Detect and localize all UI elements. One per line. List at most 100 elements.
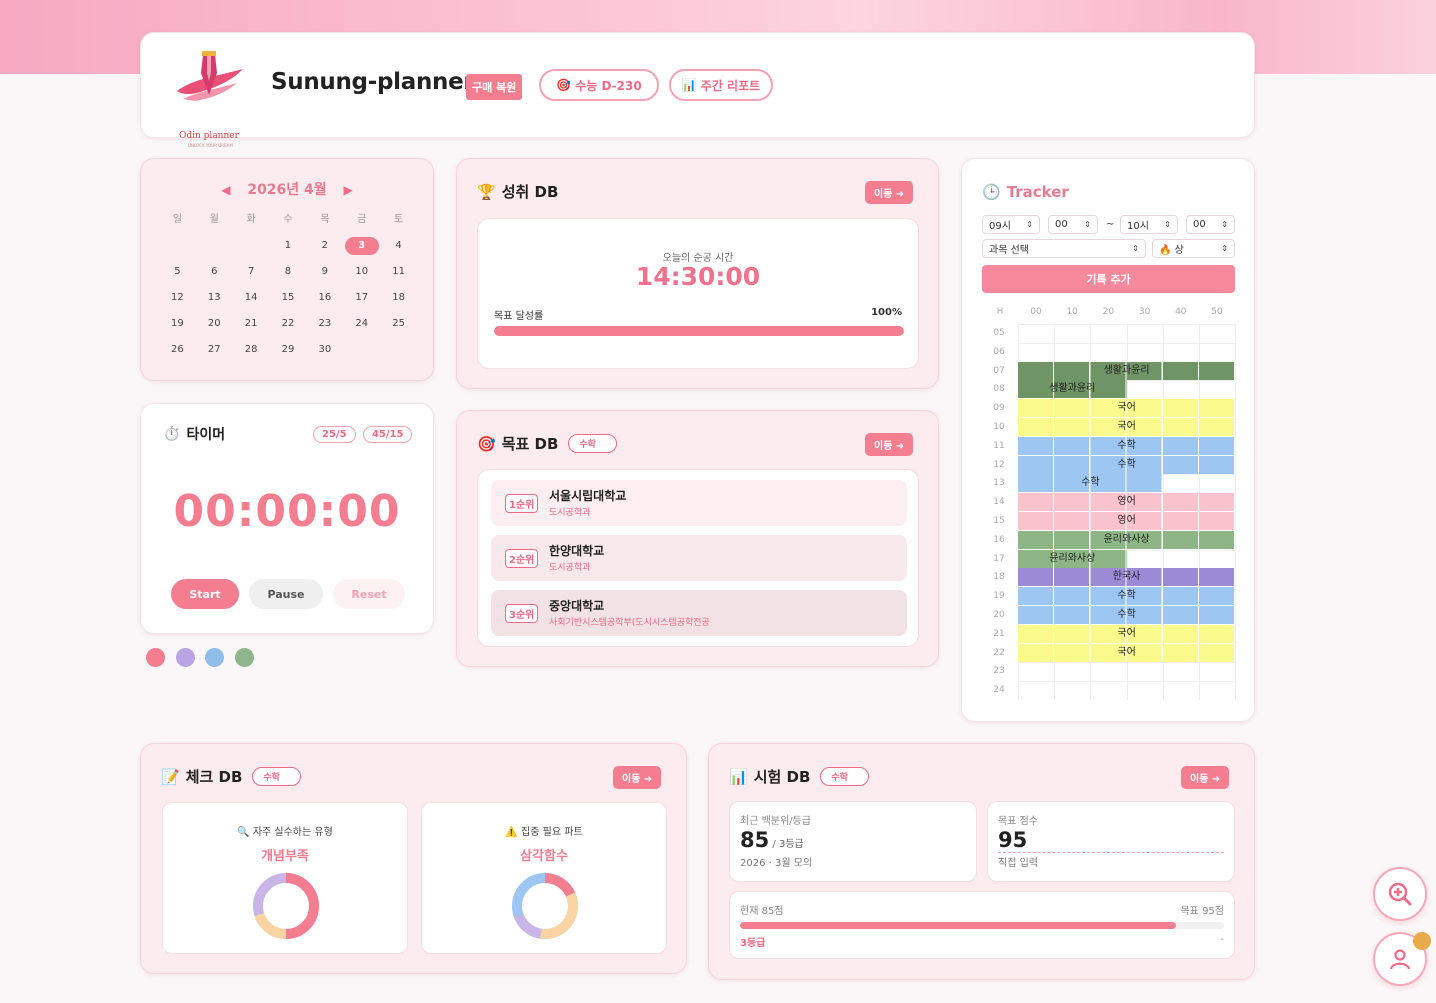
goal-item[interactable]: 3순위 중앙대학교 사회기반시스템공학부(도시시스템공학전공 xyxy=(491,590,907,636)
goal-move-button[interactable]: 이동 ➜ xyxy=(865,433,914,456)
theme-dot-purple[interactable] xyxy=(176,648,195,667)
pomodoro-45-15-button[interactable]: 45/15 xyxy=(363,426,413,443)
timetable-block[interactable]: 한국사 xyxy=(1018,568,1236,587)
focus-donut-chart xyxy=(512,873,578,939)
timetable-block[interactable]: 영어 xyxy=(1018,493,1236,512)
check-move-button[interactable]: 이동 ➜ xyxy=(613,766,662,789)
timetable-block[interactable]: 수학 xyxy=(1018,587,1236,606)
calendar-day[interactable]: 6 xyxy=(196,263,233,281)
calendar-day[interactable]: 3 xyxy=(344,237,379,255)
calendar-day[interactable]: 16 xyxy=(306,289,343,307)
timetable-block[interactable]: 생활과윤리 xyxy=(1018,380,1127,399)
start-minute-select[interactable]: 00 ⇕ xyxy=(1048,215,1098,234)
goal-subject-pill[interactable]: 수학 xyxy=(568,434,617,453)
subject-select[interactable]: 과목 선택 ⇕ xyxy=(982,239,1146,258)
dday-button[interactable]: 🎯 수능 D-230 xyxy=(539,69,659,101)
start-hour-select[interactable]: 09시 ⇕ xyxy=(982,215,1040,234)
goal-item[interactable]: 2순위 한양대학교 도시공학과 xyxy=(491,535,907,581)
calendar-day[interactable]: 4 xyxy=(380,237,417,255)
calendar-empty xyxy=(196,237,233,255)
grade-text: 3등급 xyxy=(740,938,766,949)
recent-grade: / 3등급 xyxy=(769,839,804,850)
timetable-block[interactable]: 국어 xyxy=(1018,399,1236,418)
calendar-day[interactable]: 27 xyxy=(196,341,233,359)
calendar-day[interactable]: 5 xyxy=(159,263,196,281)
timetable-block[interactable]: 수학 xyxy=(1018,474,1163,493)
range-tilde: ~ xyxy=(1106,219,1115,230)
calendar-day[interactable]: 25 xyxy=(380,315,417,333)
focus-part-panel: ⚠️ 집중 필요 파트 삼각함수 xyxy=(421,802,667,954)
calendar-day[interactable]: 7 xyxy=(233,263,270,281)
profile-button[interactable] xyxy=(1373,932,1431,986)
calendar-day[interactable]: 26 xyxy=(159,341,196,359)
zoom-in-button[interactable] xyxy=(1373,867,1427,921)
goal-item[interactable]: 1순위 서울시립대학교 도시공학과 xyxy=(491,480,907,526)
tracker-card: 🕒 Tracker 09시 ⇕ 00 ⇕ ~ 10시 ⇕ 00 ⇕ 과목 선택 ⇕ 🔥 상… xyxy=(961,158,1255,722)
end-hour-select[interactable]: 10시 ⇕ xyxy=(1120,215,1178,234)
theme-dot-green[interactable] xyxy=(235,648,254,667)
goal-department: 도시공학과 xyxy=(549,508,591,518)
theme-dot-blue[interactable] xyxy=(205,648,224,667)
calendar-day[interactable]: 22 xyxy=(270,315,307,333)
calendar-day[interactable]: 18 xyxy=(380,289,417,307)
calendar-day[interactable]: 9 xyxy=(306,263,343,281)
calendar-day[interactable]: 29 xyxy=(270,341,307,359)
timetable-block[interactable]: 영어 xyxy=(1018,512,1236,530)
subject-select-value: 과목 선택 xyxy=(989,245,1029,256)
achievement-title: 🏆 성취 DB xyxy=(477,181,558,202)
theme-dot-pink[interactable] xyxy=(146,648,165,667)
calendar-day[interactable]: 15 xyxy=(270,289,307,307)
exam-move-button[interactable]: 이동 ➜ xyxy=(1181,766,1230,789)
calendar-day[interactable]: 10 xyxy=(343,263,380,281)
timetable-block[interactable]: 수학 xyxy=(1018,436,1236,455)
calendar-day[interactable]: 13 xyxy=(196,289,233,307)
timer-pause-button[interactable]: Pause xyxy=(249,579,323,609)
timetable-block[interactable]: 생활과윤리 xyxy=(1018,361,1236,380)
pomodoro-25-5-button[interactable]: 25/5 xyxy=(313,426,356,443)
timetable-block[interactable]: 윤리와사상 xyxy=(1018,549,1127,568)
calendar-day[interactable]: 28 xyxy=(233,341,270,359)
next-month-icon[interactable]: ▶ xyxy=(344,183,353,197)
timetable-block[interactable]: 수학 xyxy=(1018,606,1236,624)
weekly-report-label: 주간 리포트 xyxy=(700,78,761,93)
calendar-day[interactable]: 30 xyxy=(306,341,343,359)
weekly-report-button[interactable]: 📊 주간 리포트 xyxy=(669,69,773,101)
timer-start-button[interactable]: Start xyxy=(171,579,239,609)
calendar-day[interactable]: 24 xyxy=(343,315,380,333)
notification-dot-icon xyxy=(1413,932,1431,950)
exam-db-card: 📊 시험 DB 수학 이동 ➜ 최근 백분위/등급 85 / 3등급 2026 … xyxy=(708,743,1255,980)
timetable-block[interactable]: 국어 xyxy=(1018,418,1236,436)
target-score-input[interactable]: 95 xyxy=(998,828,1224,853)
calendar-day[interactable]: 12 xyxy=(159,289,196,307)
priority-select[interactable]: 🔥 상 ⇕ xyxy=(1152,239,1235,258)
calendar-day[interactable]: 11 xyxy=(380,263,417,281)
calendar-day[interactable]: 23 xyxy=(306,315,343,333)
achievement-move-button[interactable]: 이동 ➜ xyxy=(865,181,914,204)
calendar-day[interactable]: 21 xyxy=(233,315,270,333)
purchase-restore-button[interactable]: 구매 복원 xyxy=(466,74,523,100)
memo-icon: 📝 xyxy=(161,767,180,786)
prev-month-icon[interactable]: ◀ xyxy=(221,183,230,197)
timetable-block[interactable]: 윤리와사상 xyxy=(1018,530,1236,549)
timetable-block[interactable]: 국어 xyxy=(1018,643,1236,662)
end-minute-select[interactable]: 00 ⇕ xyxy=(1186,215,1235,234)
calendar-grid: 일 월 화 수 목 금 토 1 2 3 4 5 6 7 8 9 10 11 12 13 14 15 16 17 18 19 20 21… xyxy=(159,211,417,359)
calendar-day[interactable]: 19 xyxy=(159,315,196,333)
add-record-button[interactable]: 기록 추가 xyxy=(982,265,1235,293)
calendar-day[interactable]: 17 xyxy=(343,289,380,307)
timer-reset-button[interactable]: Reset xyxy=(333,579,405,609)
exam-db-title-text: 시험 DB xyxy=(753,768,811,786)
mistake-type-value: 개념부족 xyxy=(261,849,309,864)
calendar-day[interactable]: 2 xyxy=(306,237,343,255)
timetable-row-label: 15 xyxy=(993,516,1005,526)
timetable-block[interactable]: 국어 xyxy=(1018,624,1236,643)
timetable-block[interactable]: 수학 xyxy=(1018,455,1236,474)
timer-title: ⏱️ 타이머 xyxy=(163,424,225,444)
calendar-day[interactable]: 20 xyxy=(196,315,233,333)
calendar-day[interactable]: 8 xyxy=(270,263,307,281)
check-subject-pill[interactable]: 수학 xyxy=(252,767,301,786)
exam-subject-pill[interactable]: 수학 xyxy=(820,767,869,786)
app-title: Sunung-planner xyxy=(271,69,475,95)
calendar-day[interactable]: 1 xyxy=(270,237,307,255)
calendar-day[interactable]: 14 xyxy=(233,289,270,307)
